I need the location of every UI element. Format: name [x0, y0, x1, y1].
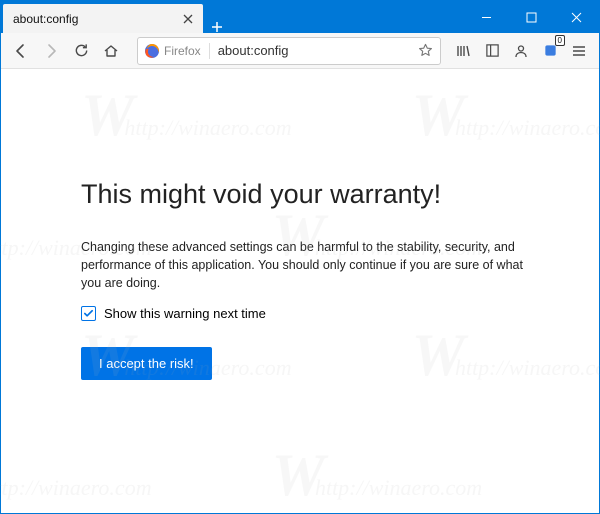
- url-bar[interactable]: Firefox about:config: [137, 37, 441, 65]
- minimize-button[interactable]: [464, 1, 509, 33]
- tab-about-config[interactable]: about:config: [3, 4, 203, 33]
- page-heading: This might void your warranty!: [81, 179, 539, 210]
- site-identity[interactable]: Firefox: [142, 43, 203, 59]
- new-tab-button[interactable]: [203, 21, 231, 33]
- checkbox-label: Show this warning next time: [104, 306, 266, 321]
- tab-title: about:config: [13, 12, 175, 26]
- reload-button[interactable]: [67, 37, 95, 65]
- url-text: about:config: [216, 43, 408, 58]
- library-icon[interactable]: [449, 37, 477, 65]
- show-warning-checkbox-row[interactable]: Show this warning next time: [81, 306, 539, 321]
- notification-badge: 0: [555, 35, 565, 46]
- url-separator: [209, 43, 210, 59]
- tab-strip: about:config: [1, 1, 464, 33]
- nav-toolbar: Firefox about:config 0: [1, 33, 599, 69]
- home-button[interactable]: [97, 37, 125, 65]
- firefox-icon: [144, 43, 160, 59]
- close-window-button[interactable]: [554, 1, 599, 33]
- accept-risk-button[interactable]: I accept the risk!: [81, 347, 212, 380]
- close-tab-icon[interactable]: [181, 12, 195, 26]
- notification-icon[interactable]: 0: [536, 37, 564, 65]
- warranty-warning-page: This might void your warranty! Changing …: [1, 69, 599, 380]
- forward-button[interactable]: [37, 37, 65, 65]
- page-body-text: Changing these advanced settings can be …: [81, 238, 539, 292]
- back-button[interactable]: [7, 37, 35, 65]
- identity-label: Firefox: [164, 44, 201, 58]
- sidebars-icon[interactable]: [478, 37, 506, 65]
- window-controls: [464, 1, 599, 33]
- maximize-button[interactable]: [509, 1, 554, 33]
- checkbox-icon[interactable]: [81, 306, 96, 321]
- account-icon[interactable]: [507, 37, 535, 65]
- titlebar: about:config: [1, 1, 599, 33]
- toolbar-right: 0: [449, 37, 593, 65]
- bookmark-star-icon[interactable]: [414, 43, 436, 58]
- menu-button[interactable]: [565, 37, 593, 65]
